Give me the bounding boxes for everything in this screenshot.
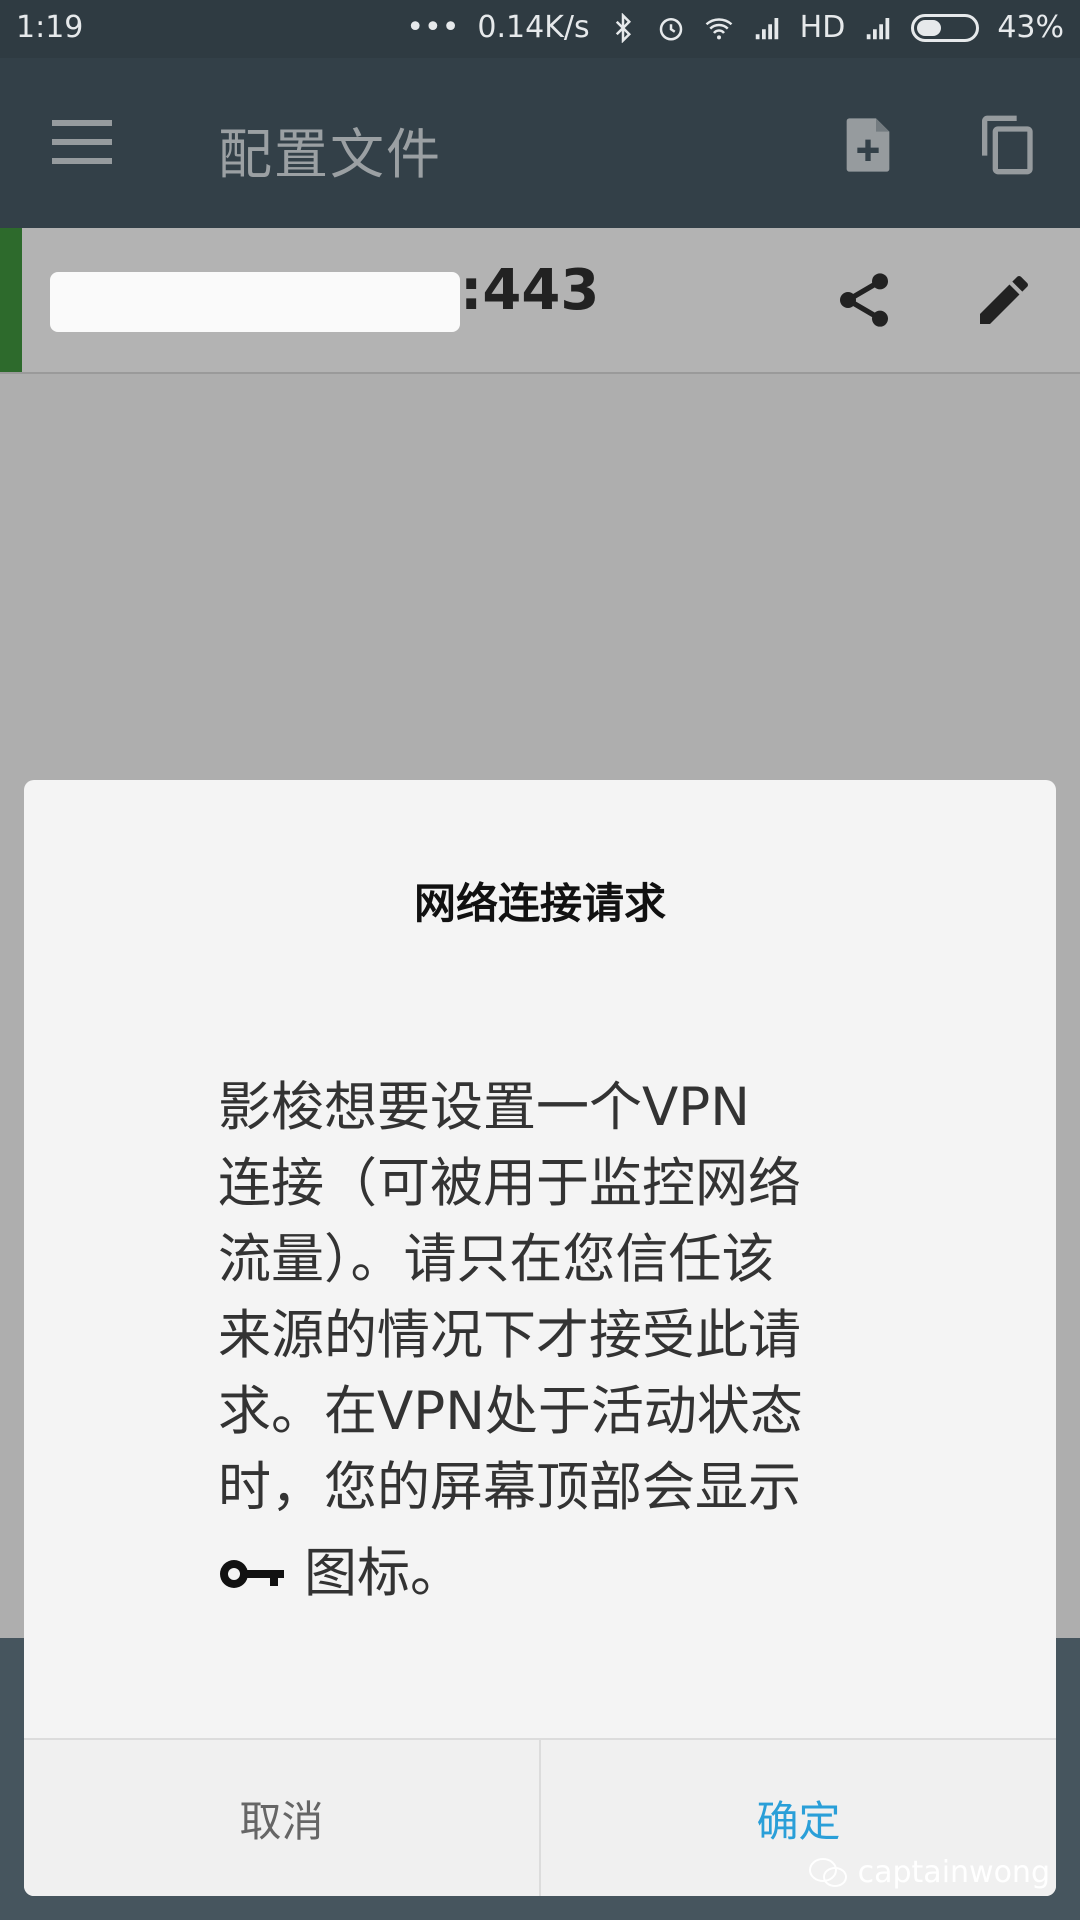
watermark: captainwong [808,1855,1050,1890]
alarm-icon [659,17,682,40]
status-icons: ••• 0.14K/s HD 43% [406,10,1064,45]
watermark-text: captainwong [857,1855,1050,1890]
dialog-key-line: 图标。 [218,1536,868,1612]
signal-label: HD [799,10,846,45]
edit-icon[interactable] [972,268,1036,332]
share-icon[interactable] [832,268,896,332]
key-icon [220,1560,284,1588]
dialog-message: 影梭想要设置一个VPN 连接（可被用于监控网络 流量）。请只在您信任该 来源的情… [218,1070,868,1612]
dialog-line: 流量）。请只在您信任该 [218,1229,775,1290]
battery-percent: 43% [997,10,1064,45]
wifi-icon [705,17,732,39]
battery-level [917,19,942,36]
dialog-line: 时，您的屏幕顶部会显示 [218,1457,801,1518]
host-port: :443 [460,258,600,323]
vpn-permission-dialog: 网络连接请求 影梭想要设置一个VPN 连接（可被用于监控网络 流量）。请只在您信… [24,780,1056,1896]
dialog-line-end: 图标。 [304,1543,463,1604]
dialog-line: 求。在VPN处于活动状态 [218,1381,803,1442]
redacted-host [50,272,460,332]
more-notifications-icon: ••• [406,10,460,45]
list-item[interactable]: :443 [0,228,1080,374]
cancel-button[interactable]: 取消 [24,1740,539,1896]
status-bar: 1:19 ••• 0.14K/s HD 43% [0,0,1080,58]
dialog-line: 影梭想要设置一个VPN [218,1077,750,1138]
dialog-line: 连接（可被用于监控网络 [218,1153,801,1214]
app-bar: 配置文件 [0,58,1080,228]
wechat-icon [808,1857,847,1887]
dialog-line: 来源的情况下才接受此请 [218,1305,801,1366]
battery-icon [911,13,980,42]
dialog-title: 网络连接请求 [413,879,666,928]
network-speed: 0.14K/s [477,10,590,45]
cell-signal-2-icon [867,17,890,39]
active-indicator [0,228,22,372]
dim-overlay [0,58,1080,228]
bluetooth-icon [615,12,631,43]
status-time: 1:19 [16,10,84,45]
cell-signal-icon [755,17,778,39]
